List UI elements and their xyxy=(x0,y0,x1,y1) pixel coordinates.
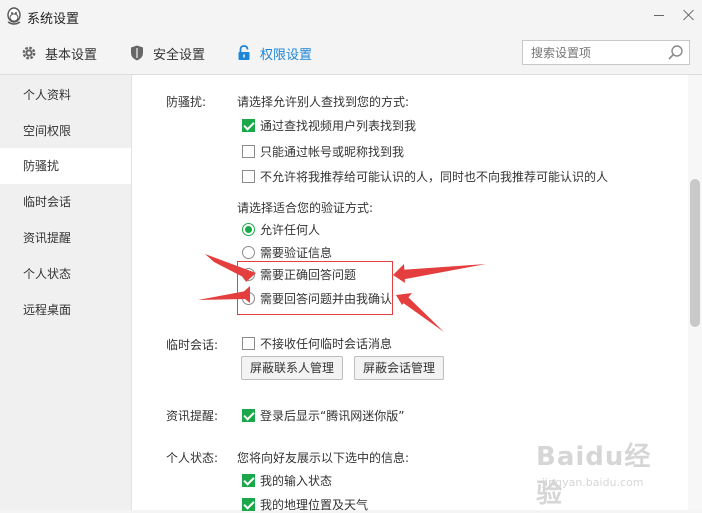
status-option-typing[interactable]: 我的输入状态 xyxy=(242,472,332,489)
checkbox[interactable] xyxy=(242,119,255,132)
lock-icon xyxy=(238,45,250,60)
find-method-prompt: 请选择允许别人查找到您的方式: xyxy=(237,95,410,109)
option-label: 登录后显示“腾讯网迷你版” xyxy=(260,409,405,423)
gear-icon xyxy=(22,46,36,60)
news-mini-option[interactable]: 登录后显示“腾讯网迷你版” xyxy=(242,407,404,424)
find-option-account-only[interactable]: 只能通过帐号或昵称找到我 xyxy=(242,143,404,160)
qq-penguin-icon xyxy=(7,7,21,25)
sidebar-item-space-permission[interactable]: 空间权限 xyxy=(0,113,131,149)
close-button[interactable] xyxy=(680,6,698,24)
option-label: 不允许将我推荐给可能认识的人，同时也不向我推荐可能认识的人 xyxy=(260,170,609,184)
sidebar-item-remote-desktop[interactable]: 远程桌面 xyxy=(0,292,131,328)
title-bar: 系统设置 xyxy=(0,0,702,32)
block-contacts-button[interactable]: 屏蔽联系人管理 xyxy=(241,356,344,380)
scrollbar-thumb[interactable] xyxy=(690,179,700,327)
option-label: 我的地理位置及天气 xyxy=(260,498,369,512)
watermark-url: jingyan.baidu.com xyxy=(542,476,644,489)
tab-label: 安全设置 xyxy=(153,47,206,63)
sidebar-item-personal-status[interactable]: 个人状态 xyxy=(0,256,131,292)
verify-option-anyone[interactable]: 允许任何人 xyxy=(242,221,320,238)
option-label: 只能通过帐号或昵称找到我 xyxy=(260,145,405,159)
temp-chat-reject-option[interactable]: 不接收任何临时会话消息 xyxy=(242,335,392,352)
checkbox[interactable] xyxy=(242,474,255,487)
shield-icon xyxy=(131,45,143,61)
find-option-no-recommend[interactable]: 不允许将我推荐给可能认识的人，同时也不向我推荐可能认识的人 xyxy=(242,168,608,185)
settings-sidebar: 个人资料 空间权限 防骚扰 临时会话 资讯提醒 个人状态 远程桌面 xyxy=(0,75,132,510)
radio-button[interactable] xyxy=(242,246,255,259)
minimize-button[interactable] xyxy=(650,6,668,24)
settings-search-box[interactable] xyxy=(522,40,690,65)
checkbox[interactable] xyxy=(242,409,255,422)
sidebar-item-temp-chat[interactable]: 临时会话 xyxy=(0,184,131,220)
checkbox[interactable] xyxy=(242,170,255,183)
option-label: 允许任何人 xyxy=(260,223,321,237)
status-option-location-weather[interactable]: 我的地理位置及天气 xyxy=(242,496,368,513)
checkbox[interactable] xyxy=(242,337,255,350)
option-label: 需要验证信息 xyxy=(260,246,333,260)
status-prompt: 您将向好友展示以下选中的信息: xyxy=(237,451,410,465)
tab-basic-settings[interactable]: 基本设置 xyxy=(20,43,97,63)
checkbox[interactable] xyxy=(242,498,255,511)
annotation-highlight-box xyxy=(237,261,393,315)
watermark-brand: Baidu经验 xyxy=(536,442,652,509)
section-label-news: 资讯提醒: xyxy=(166,409,219,423)
radio-button[interactable] xyxy=(242,223,255,236)
sidebar-item-profile[interactable]: 个人资料 xyxy=(0,77,131,113)
window-title: 系统设置 xyxy=(27,12,80,27)
search-icon[interactable] xyxy=(667,44,684,61)
sidebar-item-anti-harassment[interactable]: 防骚扰 xyxy=(0,148,131,184)
tab-permission-settings[interactable]: 权限设置 xyxy=(235,43,312,63)
tab-security-settings[interactable]: 安全设置 xyxy=(128,43,205,63)
find-option-video-list[interactable]: 通过查找视频用户列表找到我 xyxy=(242,117,416,134)
block-sessions-button[interactable]: 屏蔽会话管理 xyxy=(354,356,445,380)
option-label: 不接收任何临时会话消息 xyxy=(260,337,393,351)
section-label-harassment: 防骚扰: xyxy=(166,95,207,109)
option-label: 我的输入状态 xyxy=(260,474,333,488)
section-label-status: 个人状态: xyxy=(166,451,219,465)
option-label: 通过查找视频用户列表找到我 xyxy=(260,119,417,133)
verify-option-need-info[interactable]: 需要验证信息 xyxy=(242,244,332,261)
vertical-scrollbar[interactable] xyxy=(688,75,702,510)
tab-label: 基本设置 xyxy=(45,47,98,63)
tab-label: 权限设置 xyxy=(260,47,313,63)
verify-method-prompt: 请选择适合您的验证方式: xyxy=(237,201,374,215)
watermark: Baidu经验 jingyan.baidu.com xyxy=(536,432,666,509)
sidebar-item-news-alerts[interactable]: 资讯提醒 xyxy=(0,220,131,256)
section-label-temp-chat: 临时会话: xyxy=(166,338,219,352)
checkbox[interactable] xyxy=(242,145,255,158)
search-input[interactable] xyxy=(529,45,663,61)
